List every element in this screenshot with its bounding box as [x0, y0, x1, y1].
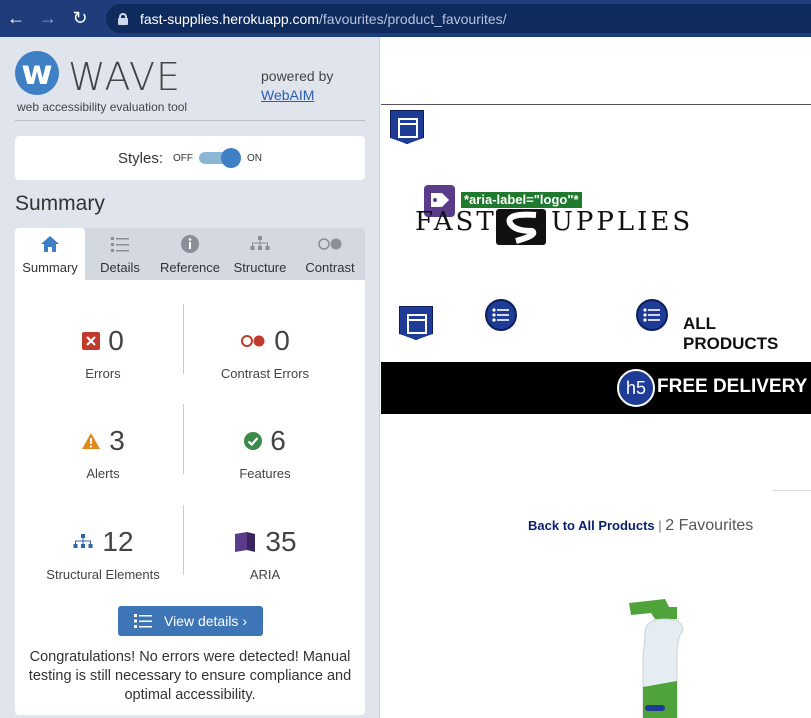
address-bar[interactable]: fast-supplies.herokuapp.com/favourites/p… — [106, 4, 811, 33]
logo-s-mark — [496, 209, 546, 245]
features-count: 6 — [270, 425, 286, 456]
stat-features[interactable]: 6 Features — [185, 424, 345, 481]
view-details-button[interactable]: View details › — [118, 606, 263, 636]
h5-heading-icon[interactable]: h5 — [617, 369, 655, 407]
styles-label: Styles: — [117, 149, 163, 167]
wave-panel: w WAVE web accessibility evaluation tool… — [0, 37, 380, 718]
product-image[interactable] — [617, 597, 707, 718]
stat-structural[interactable]: 12 Structural Elements — [23, 525, 183, 582]
browser-toolbar: ← → ↻ fast-supplies.herokuapp.com/favour… — [0, 0, 811, 37]
forward-icon[interactable]: → — [32, 0, 64, 37]
tab-structure[interactable]: Structure — [225, 228, 295, 280]
errors-label: Errors — [85, 366, 121, 381]
stat-aria[interactable]: 35 ARIA — [185, 525, 345, 582]
list-icon — [133, 614, 152, 628]
alerts-label: Alerts — [86, 466, 120, 481]
powered-by-text: powered by — [261, 68, 334, 84]
delivery-banner: h5 FREE DELIVERY O — [381, 362, 811, 414]
webaim-link[interactable]: WebAIM — [261, 87, 314, 103]
contrast-errors-label: Contrast Errors — [220, 366, 310, 381]
contrast-error-icon — [241, 335, 265, 347]
tab-label: Structure — [233, 260, 287, 275]
error-icon — [82, 332, 101, 350]
nav-all-products[interactable]: ALL PRODUCTS — [683, 314, 811, 354]
structure-icon — [249, 233, 271, 255]
wave-logo-icon: w — [15, 51, 59, 95]
wave-nav-icon[interactable] — [399, 306, 433, 340]
view-details-label: View details › — [163, 613, 247, 629]
contrast-errors-count: 0 — [274, 325, 290, 356]
divider — [183, 304, 184, 374]
logo-text-right: UPPLIES — [551, 207, 694, 237]
congrats-message: Congratulations! No errors were detected… — [28, 649, 352, 703]
feature-check-icon — [244, 432, 263, 450]
alerts-count: 3 — [109, 425, 125, 456]
structural-count: 12 — [102, 526, 134, 557]
tab-label: Reference — [160, 260, 220, 275]
website-viewport: *aria-label="logo"* FAST UPPLIES ALL PRO… — [381, 37, 811, 718]
tab-details[interactable]: Details — [85, 228, 155, 280]
tab-contrast[interactable]: Contrast — [295, 228, 365, 280]
lock-icon — [118, 12, 128, 25]
reload-icon[interactable]: ↻ — [64, 0, 96, 37]
tab-label: Summary — [22, 260, 78, 275]
wave-list-icon[interactable] — [485, 299, 517, 331]
errors-count: 0 — [108, 325, 124, 356]
contrast-icon — [317, 233, 343, 255]
aria-label: ARIA — [249, 567, 281, 582]
logo-text-left: FAST — [415, 207, 497, 237]
tab-label: Details — [100, 260, 140, 275]
styles-on-label: ON — [247, 152, 262, 164]
favourites-breadcrumb: Back to All Products | 2 Favourites — [528, 517, 753, 535]
structure-icon — [73, 534, 93, 548]
summary-panel: 0 Errors 0 Contrast Errors 3 Alerts 6 Fe… — [15, 280, 365, 715]
stat-alerts[interactable]: 3 Alerts — [23, 424, 183, 481]
features-label: Features — [239, 466, 291, 481]
divider — [15, 120, 365, 121]
home-icon — [40, 233, 60, 255]
tab-label: Contrast — [305, 260, 355, 275]
divider — [183, 404, 184, 474]
alert-icon — [82, 433, 101, 449]
summary-heading: Summary — [15, 192, 105, 215]
favourites-count: 2 Favourites — [665, 517, 754, 534]
styles-toggle-box: Styles: OFF ON — [15, 136, 365, 180]
divider — [381, 104, 811, 105]
wave-list-icon[interactable] — [636, 299, 668, 331]
wave-region-icon[interactable] — [390, 110, 424, 144]
divider — [773, 490, 811, 491]
wave-subtitle: web accessibility evaluation tool — [17, 100, 188, 114]
stat-contrast-errors[interactable]: 0 Contrast Errors — [185, 324, 345, 381]
wave-title: WAVE — [68, 55, 182, 99]
tab-summary[interactable]: Summary — [15, 228, 85, 280]
powered-by: powered by WebAIM — [261, 67, 333, 105]
structural-label: Structural Elements — [46, 567, 160, 582]
separator: | — [654, 518, 666, 533]
divider — [183, 505, 184, 575]
delivery-text: FREE DELIVERY O — [657, 376, 811, 397]
back-icon[interactable]: ← — [0, 0, 32, 37]
styles-off-label: OFF — [173, 152, 193, 164]
tab-reference[interactable]: Reference — [155, 228, 225, 280]
styles-toggle[interactable] — [199, 148, 241, 168]
aria-label-tag: *aria-label="logo"* — [461, 192, 582, 208]
back-to-products-link[interactable]: Back to All Products — [528, 518, 655, 533]
url-path: /favourites/product_favourites/ — [319, 10, 507, 27]
aria-count: 35 — [265, 526, 297, 557]
aria-icon — [235, 532, 256, 552]
info-icon — [180, 233, 200, 255]
stat-errors[interactable]: 0 Errors — [23, 324, 183, 381]
url-host: fast-supplies.herokuapp.com — [140, 10, 319, 27]
list-icon — [110, 233, 130, 255]
wave-tabs: Summary Details Reference Structure Cont… — [15, 228, 365, 280]
